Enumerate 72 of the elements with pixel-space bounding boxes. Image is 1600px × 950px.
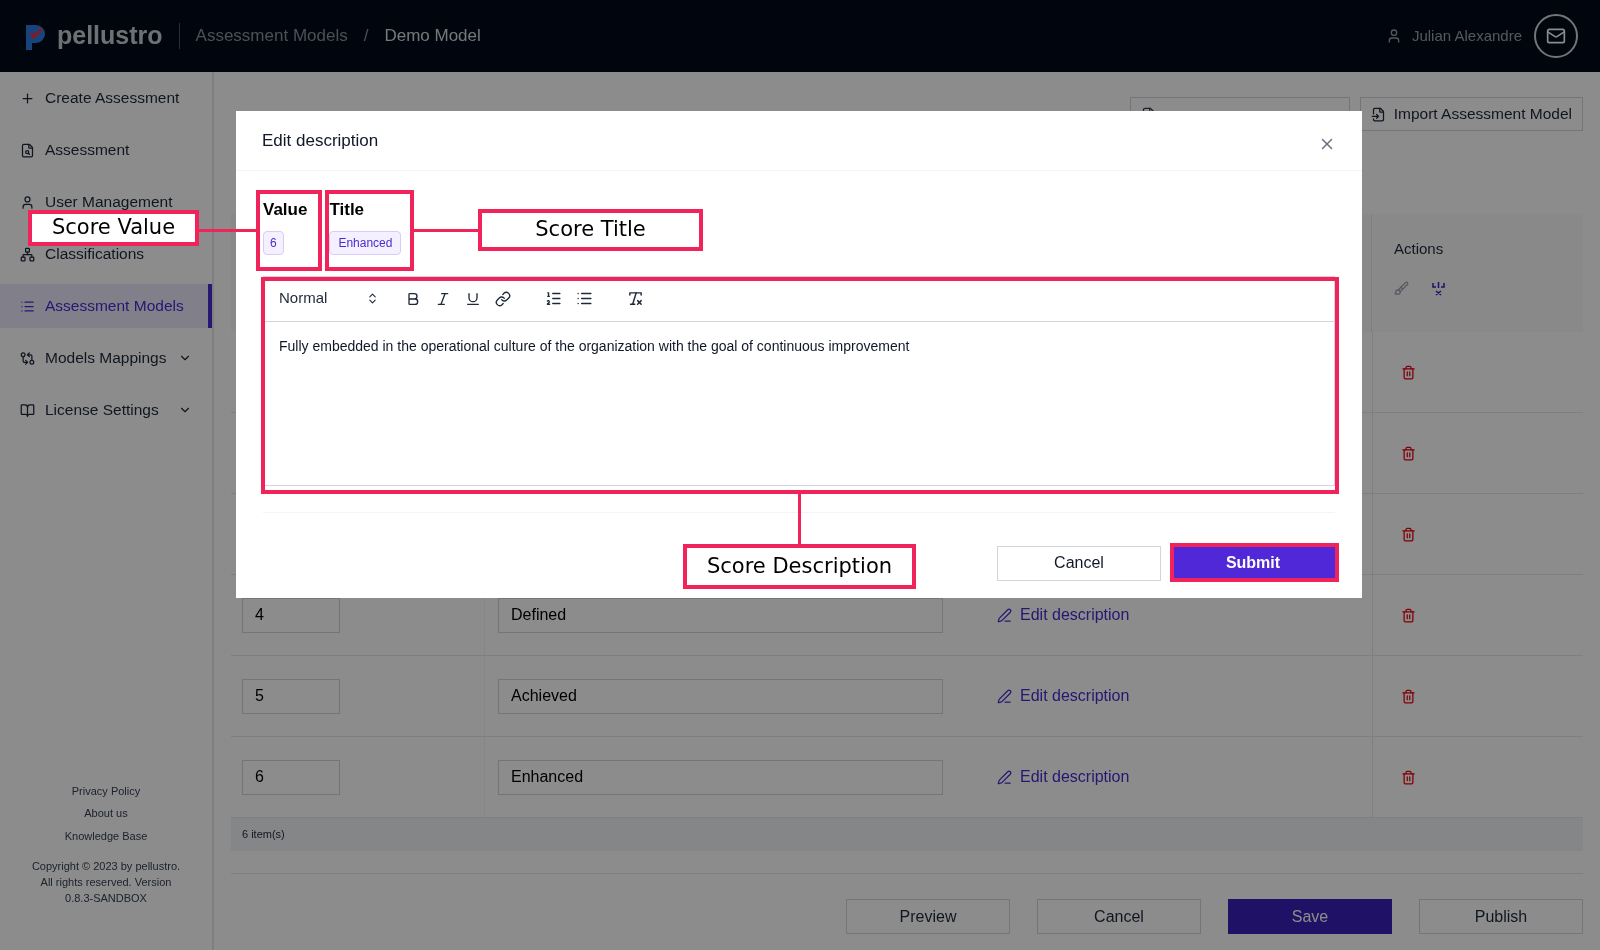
edit-description-link[interactable]: Edit description (997, 603, 1372, 627)
plus-icon (20, 90, 35, 106)
book-icon (20, 402, 35, 418)
up-down-icon (366, 292, 379, 305)
user-name[interactable]: Julian Alexandre (1411, 24, 1522, 48)
title-field[interactable]: Defined (498, 597, 943, 633)
dialog-title: Edit description (262, 129, 379, 152)
item-count: 6 item(s) (242, 827, 285, 843)
value-label: Value (263, 199, 308, 221)
breadcrumb-current: Demo Model (384, 25, 481, 48)
sidebar-item[interactable]: Create Assessment (0, 76, 212, 120)
sidebar-item[interactable]: Models Mappings (0, 336, 212, 380)
edit-description-link[interactable]: Edit description (997, 765, 1372, 789)
delete-icon[interactable] (1401, 445, 1416, 461)
delete-icon[interactable] (1401, 526, 1416, 542)
title-field[interactable]: Enhanced (498, 759, 943, 795)
collapse-icon[interactable] (1431, 280, 1446, 296)
delete-icon[interactable] (1401, 769, 1416, 785)
delete-icon[interactable] (1401, 364, 1416, 380)
list-icon (20, 298, 35, 314)
value-field[interactable]: 5 (242, 678, 340, 714)
footer-link[interactable]: Privacy Policy (71, 782, 141, 799)
import-button[interactable]: Import Assessment Model (1359, 97, 1583, 131)
mail-icon (1546, 26, 1566, 46)
delete-icon[interactable] (1401, 688, 1416, 704)
leader-line (199, 229, 256, 232)
description-text: Fully embedded in the operational culture of the organization with the goal of continuous improvement (278, 336, 911, 356)
leader-line (414, 229, 478, 232)
edit-description-link[interactable]: Edit description (997, 684, 1372, 708)
column-header: Actions (1394, 239, 1445, 259)
footer-link[interactable]: About us (84, 805, 128, 822)
italic-icon[interactable] (435, 290, 451, 307)
bullet-list-icon[interactable] (576, 290, 593, 307)
breadcrumb-separator: / (363, 25, 369, 48)
hierarchy-icon (20, 246, 35, 262)
value-tag: 6 (263, 230, 284, 255)
cancel-button[interactable]: Cancel (997, 545, 1161, 581)
annotation-label: Score Value (28, 210, 199, 246)
format-select[interactable]: Normal (279, 287, 379, 310)
annotation-label: Score Title (478, 209, 703, 251)
clear-format-icon[interactable] (627, 290, 644, 307)
mapping-icon (20, 350, 35, 366)
delete-icon[interactable] (1401, 607, 1416, 623)
annotation-label: Score Description (683, 544, 916, 589)
rich-text-editor[interactable]: Normal Fully embedded in the operational culture of the organization with the goal of continuous improvement (263, 275, 1335, 486)
secondary-button[interactable]: Cancel (1037, 899, 1201, 934)
title-tag: Enhanced (329, 230, 402, 255)
import-icon (1370, 106, 1386, 122)
footer-link[interactable]: Knowledge Base (64, 827, 148, 844)
sidebar-item[interactable]: Assessment Models (0, 284, 212, 328)
copyright-text: Copyright © 2023 by pellustro. All rights reserved. Version 0.8.3-SANDBOX (30, 859, 182, 906)
document-icon (20, 142, 35, 158)
secondary-button[interactable]: Publish (1419, 899, 1583, 934)
ordered-list-icon[interactable] (545, 290, 562, 307)
logo-text: pellustro (57, 20, 163, 52)
sidebar-item[interactable]: License Settings (0, 388, 212, 432)
link-icon[interactable] (495, 290, 511, 307)
secondary-button[interactable]: Preview (846, 899, 1010, 934)
user-icon (20, 194, 35, 210)
leader-line (798, 494, 801, 544)
pencil-icon (997, 688, 1012, 704)
sidebar-item[interactable]: Assessment (0, 128, 212, 172)
bold-icon[interactable] (405, 290, 421, 307)
pencil-icon (997, 769, 1012, 785)
value-field[interactable]: 4 (242, 597, 340, 633)
mail-button[interactable] (1534, 14, 1578, 58)
title-field[interactable]: Achieved (498, 678, 943, 714)
primary-button[interactable]: Save (1228, 899, 1392, 934)
value-field[interactable]: 6 (242, 759, 340, 795)
title-label: Title (329, 199, 365, 221)
pencil-icon (997, 607, 1012, 623)
underline-icon[interactable] (465, 290, 481, 307)
